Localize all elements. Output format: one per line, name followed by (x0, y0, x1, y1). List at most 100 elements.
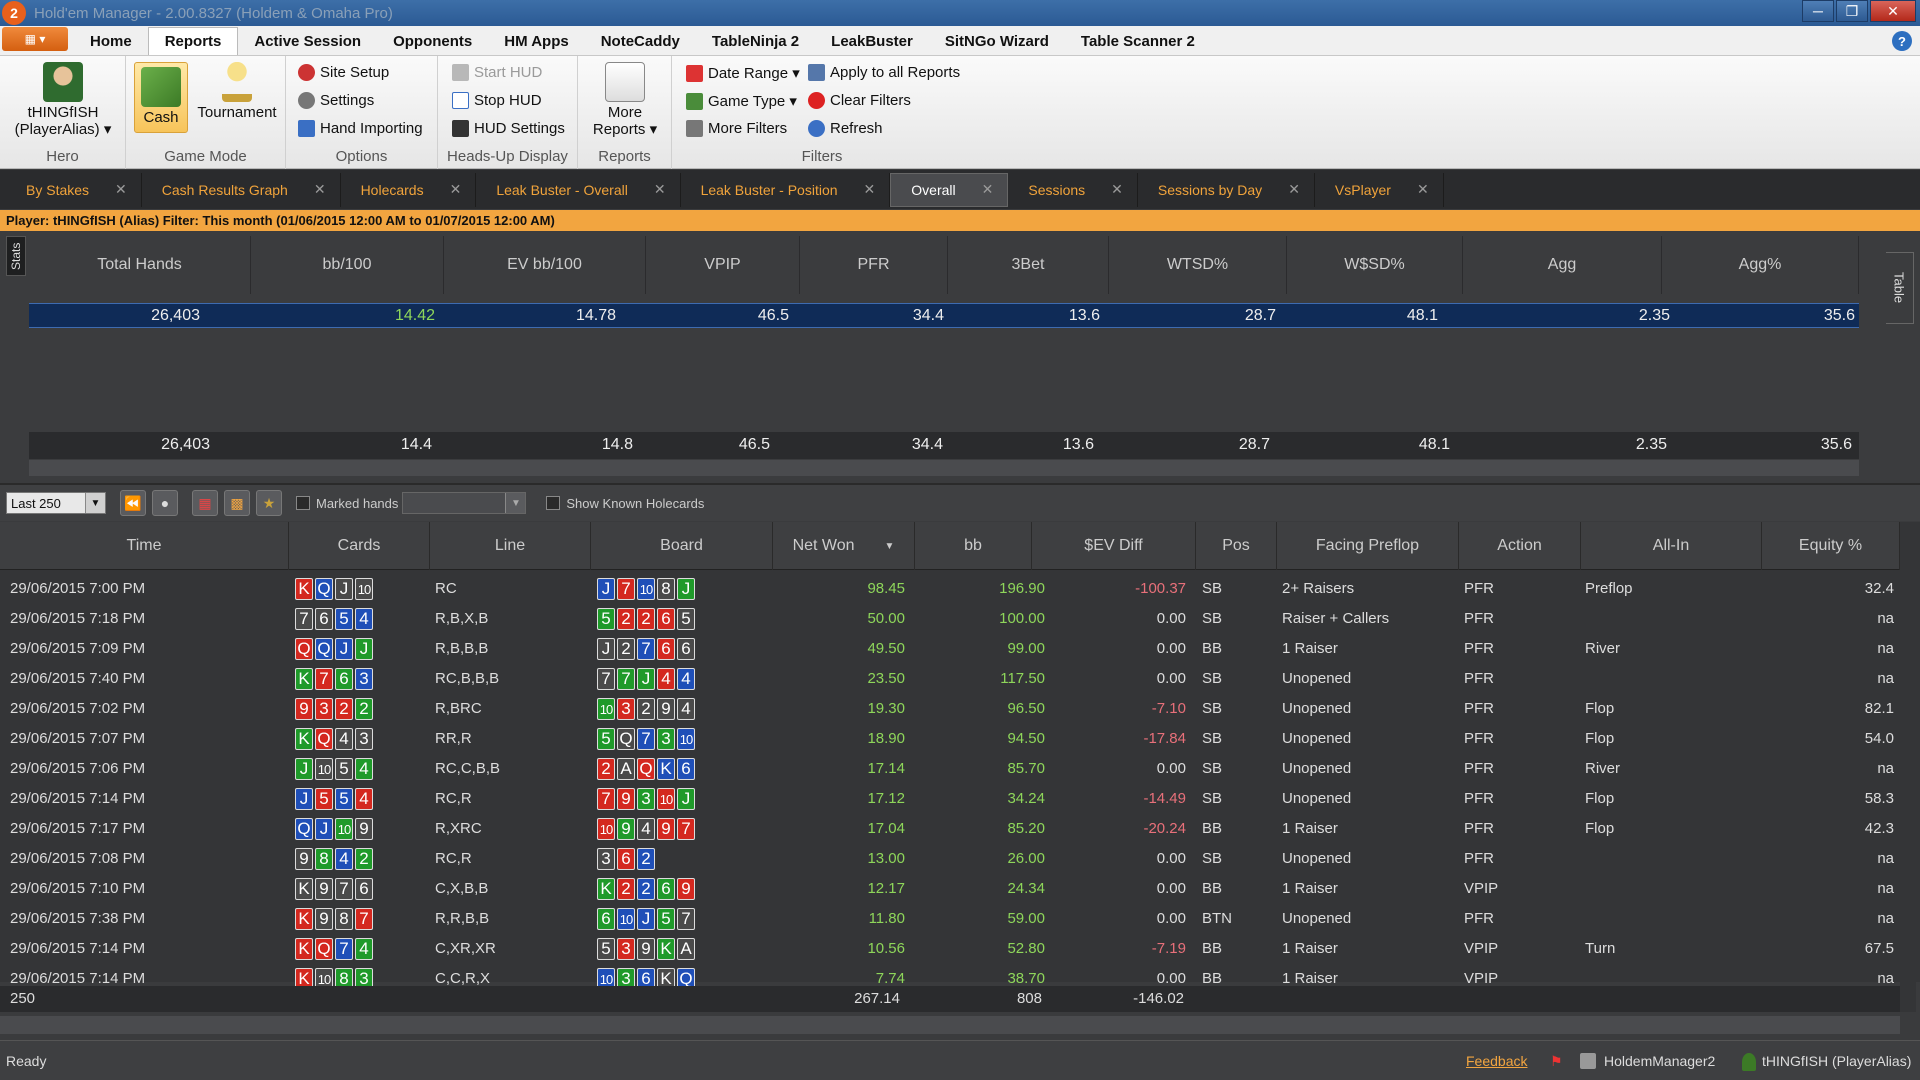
maximize-icon[interactable]: ❐ (1836, 0, 1868, 22)
trophy-icon[interactable]: ★ (256, 490, 282, 516)
hands-header-cards[interactable]: Cards (289, 522, 430, 570)
tab-notecaddy[interactable]: NoteCaddy (585, 27, 696, 55)
tab-leakbuster[interactable]: LeakBuster (815, 27, 929, 55)
apply-all-reports-button[interactable]: Apply to all Reports (808, 64, 960, 81)
stats-header-agg-[interactable]: Agg% (1662, 236, 1859, 294)
clear-filters-button[interactable]: Clear Filters (808, 92, 911, 109)
close-tab-icon[interactable]: ✕ (450, 181, 462, 198)
table-row[interactable]: 29/06/2015 7:08 PM 9 8 4 2 RC,R 3 6 2 13.00 26.00 0… (0, 844, 1900, 874)
table-row[interactable]: 29/06/2015 7:40 PM K 7 6 3 RC,B,B,B 7 7 J 4 4 23.50… (0, 664, 1900, 694)
settings-button[interactable]: Settings (298, 92, 374, 109)
doc-tab-sessions[interactable]: Sessions ✕ (1008, 172, 1138, 207)
tab-sitngo-wizard[interactable]: SitNGo Wizard (929, 27, 1065, 55)
table-row[interactable]: 29/06/2015 7:10 PM K 9 7 6 C,X,B,B K 2 2 6 9 12.17 2… (0, 874, 1900, 904)
date-range-button[interactable]: Date Range ▾ (686, 64, 800, 82)
tab-active-session[interactable]: Active Session (238, 27, 377, 55)
stats-header-pfr[interactable]: PFR (800, 236, 948, 294)
show-known-holecards-checkbox[interactable] (546, 496, 561, 510)
marked-hands-checkbox[interactable] (296, 496, 310, 510)
hands-header--ev-diff[interactable]: $EV Diff (1032, 522, 1196, 570)
hands-header-facing-preflop[interactable]: Facing Preflop (1277, 522, 1459, 570)
doc-tab-leak-buster-position[interactable]: Leak Buster - Position ✕ (681, 172, 891, 207)
table-side-tab[interactable]: Table (1884, 252, 1914, 324)
hands-header-bb[interactable]: bb (915, 522, 1032, 570)
stats-side-tab[interactable]: Stats (6, 236, 26, 276)
stats-vertical-scrollbar[interactable] (1870, 236, 1886, 456)
last-hands-select[interactable]: Last 250 ▼ (6, 492, 106, 514)
table-row[interactable]: 29/06/2015 7:14 PM K Q 7 4 C,XR,XR 5 3 9 K A 10.56 5… (0, 934, 1900, 964)
hands-horizontal-scrollbar[interactable] (0, 1016, 1900, 1034)
table-row[interactable]: 29/06/2015 7:02 PM 9 3 2 2 R,BRC 10 3 2 9 4 19.30 96… (0, 694, 1900, 724)
hero-button[interactable]: tHINGfISH (PlayerAlias) ▾ (10, 62, 116, 138)
hands-header-equity-[interactable]: Equity % (1762, 522, 1900, 570)
hands-header-time[interactable]: Time (0, 522, 289, 570)
close-tab-icon[interactable]: ✕ (1417, 181, 1429, 198)
more-filters-button[interactable]: More Filters (686, 120, 787, 137)
graph-icon[interactable]: ▩ (224, 490, 250, 516)
doc-tab-vsplayer[interactable]: VsPlayer ✕ (1315, 172, 1444, 207)
stats-header-vpip[interactable]: VPIP (646, 236, 800, 294)
doc-tab-overall[interactable]: Overall ✕ (890, 172, 1009, 207)
table-row[interactable]: 29/06/2015 7:38 PM K 9 8 7 R,R,B,B 6 10 J 5 7 11.80… (0, 904, 1900, 934)
minimize-icon[interactable]: ─ (1802, 0, 1834, 22)
stats-header-w-sd-[interactable]: W$SD% (1287, 236, 1463, 294)
help-icon[interactable]: ? (1892, 31, 1912, 51)
doc-tab-leak-buster-overall[interactable]: Leak Buster - Overall ✕ (476, 172, 681, 207)
close-icon[interactable]: ✕ (1870, 0, 1916, 22)
tab-opponents[interactable]: Opponents (377, 27, 488, 55)
close-tab-icon[interactable]: ✕ (115, 181, 127, 198)
close-tab-icon[interactable]: ✕ (1111, 181, 1123, 198)
hands-header-pos[interactable]: Pos (1196, 522, 1277, 570)
doc-tab-sessions-by-day[interactable]: Sessions by Day ✕ (1138, 172, 1315, 207)
hands-vertical-scrollbar[interactable] (1900, 522, 1916, 1012)
hands-header-net-won[interactable]: Net Won ▼ (773, 522, 915, 570)
game-type-button[interactable]: Game Type ▾ (686, 92, 797, 110)
table-row[interactable]: 29/06/2015 7:06 PM J 10 5 4 RC,C,B,B 2 A Q K 6 17.1… (0, 754, 1900, 784)
tab-home[interactable]: Home (74, 27, 148, 55)
stats-horizontal-scrollbar[interactable] (29, 460, 1859, 476)
cash-button[interactable]: Cash (134, 62, 188, 133)
table-row[interactable]: 29/06/2015 7:00 PM K Q J 10 RC J 7 10 8 J 98.45 196.… (0, 574, 1900, 604)
doc-tab-cash-results-graph[interactable]: Cash Results Graph ✕ (142, 172, 341, 207)
grid-view-icon[interactable]: ▦ (192, 490, 218, 516)
rewind-icon[interactable]: ⏪ (120, 490, 146, 516)
hud-settings-button[interactable]: HUD Settings (452, 120, 565, 137)
table-row[interactable]: 29/06/2015 7:07 PM K Q 4 3 RR,R 5 Q 7 3 10 18.90 94.… (0, 724, 1900, 754)
hand-importing-button[interactable]: Hand Importing (298, 120, 423, 137)
stats-header-total-hands[interactable]: Total Hands (29, 236, 251, 294)
table-row[interactable]: 29/06/2015 7:17 PM Q J 10 9 R,XRC 10 9 4 9 7 17.04 8… (0, 814, 1900, 844)
doc-tab-holecards[interactable]: Holecards ✕ (341, 172, 477, 207)
table-row[interactable]: 29/06/2015 7:09 PM Q Q J J R,B,B,B J 2 7 6 6 49.50 9… (0, 634, 1900, 664)
hands-header-line[interactable]: Line (430, 522, 591, 570)
tab-hm-apps[interactable]: HM Apps (488, 27, 584, 55)
app-menu-button[interactable]: ▦ ▾ (2, 27, 68, 51)
feedback-link[interactable]: Feedback (1466, 1053, 1527, 1069)
close-tab-icon[interactable]: ✕ (654, 181, 666, 198)
close-tab-icon[interactable]: ✕ (982, 181, 994, 198)
tab-tableninja[interactable]: TableNinja 2 (696, 27, 815, 55)
stats-header-agg[interactable]: Agg (1463, 236, 1662, 294)
tab-reports[interactable]: Reports (147, 27, 239, 55)
refresh-button[interactable]: Refresh (808, 120, 883, 137)
stop-hud-button[interactable]: Stop HUD (452, 92, 542, 109)
site-setup-button[interactable]: Site Setup (298, 64, 389, 81)
stats-header-3bet[interactable]: 3Bet (948, 236, 1109, 294)
doc-tab-by-stakes[interactable]: By Stakes ✕ (6, 172, 142, 207)
start-hud-button[interactable]: Start HUD (452, 64, 542, 81)
stats-header-wtsd-[interactable]: WTSD% (1109, 236, 1287, 294)
hands-header-all-in[interactable]: All-In (1581, 522, 1762, 570)
table-row[interactable]: 29/06/2015 7:18 PM 7 6 5 4 R,B,X,B 5 2 2 6 5 50.00 1… (0, 604, 1900, 634)
close-tab-icon[interactable]: ✕ (1288, 181, 1300, 198)
more-reports-button[interactable]: More Reports ▾ (586, 62, 664, 138)
hands-header-action[interactable]: Action (1459, 522, 1581, 570)
tournament-button[interactable]: Tournament (192, 62, 282, 121)
close-tab-icon[interactable]: ✕ (314, 181, 326, 198)
hands-header-board[interactable]: Board (591, 522, 773, 570)
marked-hands-select[interactable]: ▼ (402, 492, 527, 514)
table-row[interactable]: 29/06/2015 7:14 PM J 5 5 4 RC,R 7 9 3 10 J 17.12 34.… (0, 784, 1900, 814)
tab-table-scanner[interactable]: Table Scanner 2 (1065, 27, 1211, 55)
replay-hand-icon[interactable]: ● (152, 490, 178, 516)
stats-header-ev-bb-100[interactable]: EV bb/100 (444, 236, 646, 294)
close-tab-icon[interactable]: ✕ (864, 181, 876, 198)
stats-selected-row[interactable]: 26,403 14.42 14.78 46.5 34.4 13.6 28.7 48.1 2.35… (29, 303, 1859, 328)
